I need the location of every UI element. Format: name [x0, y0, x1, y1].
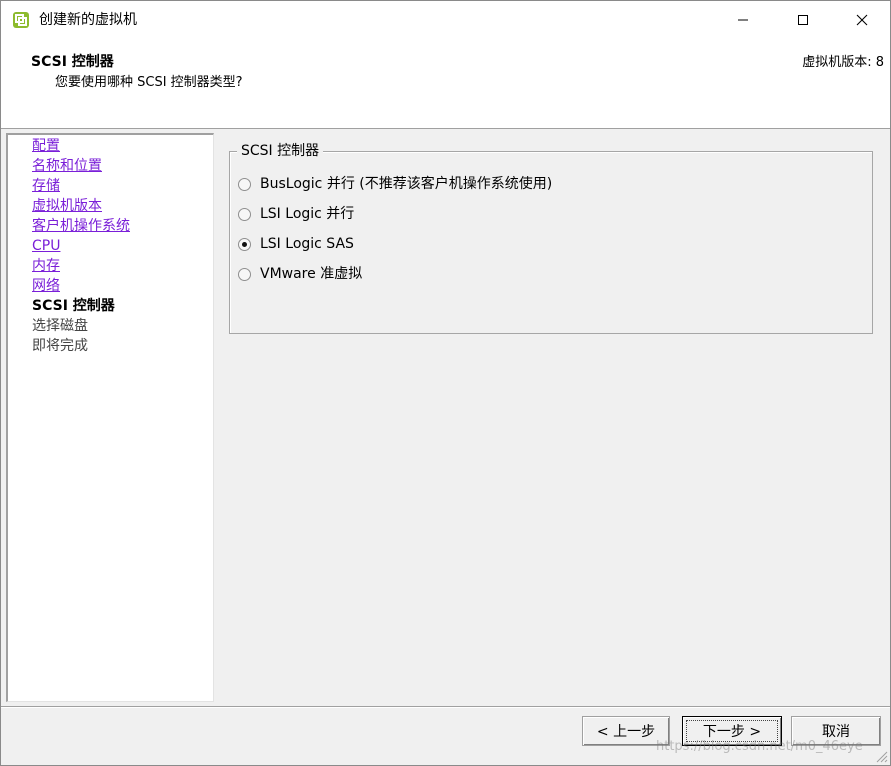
nav-step-guest-os[interactable]: 客户机操作系统 [32, 217, 130, 235]
vsphere-app-icon [12, 11, 30, 29]
wizard-step-nav: 配置 名称和位置 存储 虚拟机版本 客户机操作系统 CPU 内存 网络 SCSI… [6, 133, 214, 702]
scsi-controller-legend: SCSI 控制器 [237, 143, 324, 160]
nav-step-config[interactable]: 配置 [32, 137, 60, 155]
nav-step-network[interactable]: 网络 [32, 277, 60, 295]
nav-step-scsi-controller: SCSI 控制器 [32, 298, 115, 314]
wizard-window: 创建新的虚拟机 SCSI 控制器 您要使用哪种 SCSI 控制器类型? 虚拟机版… [0, 0, 891, 766]
option-label: LSI Logic SAS [260, 236, 354, 252]
page-subtitle: 您要使用哪种 SCSI 控制器类型? [55, 75, 243, 90]
minimize-button[interactable] [720, 1, 766, 39]
title-bar: 创建新的虚拟机 [1, 1, 890, 39]
nav-step-name-location[interactable]: 名称和位置 [32, 157, 102, 175]
watermark-text: https://blog.csdn.net/m0_46eye [656, 739, 863, 754]
option-label: BusLogic 并行 (不推荐该客户机操作系统使用) [260, 176, 553, 192]
minimize-icon [738, 19, 748, 21]
option-buslogic-parallel[interactable]: BusLogic 并行 (不推荐该客户机操作系统使用) [238, 175, 552, 193]
option-vmware-paravirtual[interactable]: VMware 准虚拟 [238, 265, 362, 283]
radio-button-selected[interactable] [238, 237, 251, 251]
nav-step-cpu[interactable]: CPU [32, 237, 60, 255]
nav-step-vm-version[interactable]: 虚拟机版本 [32, 197, 102, 215]
close-button[interactable] [839, 1, 885, 39]
radio-button[interactable] [238, 177, 251, 191]
option-label: LSI Logic 并行 [260, 206, 355, 222]
option-label: VMware 准虚拟 [260, 266, 363, 282]
wizard-header: SCSI 控制器 您要使用哪种 SCSI 控制器类型? 虚拟机版本: 8 [1, 39, 890, 129]
close-icon [856, 14, 868, 26]
radio-button[interactable] [238, 267, 251, 281]
maximize-icon [798, 15, 808, 25]
nav-step-ready-to-complete: 即将完成 [32, 338, 88, 354]
maximize-button[interactable] [780, 1, 826, 39]
option-lsi-logic-sas[interactable]: LSI Logic SAS [238, 235, 354, 253]
window-title: 创建新的虚拟机 [39, 12, 137, 28]
footer-divider [1, 706, 890, 708]
page-title: SCSI 控制器 [31, 54, 114, 70]
resize-grip-icon[interactable] [874, 749, 888, 763]
nav-step-memory[interactable]: 内存 [32, 257, 60, 275]
nav-step-select-disk: 选择磁盘 [32, 318, 88, 334]
vm-version-label: 虚拟机版本: 8 [802, 55, 884, 70]
option-lsi-logic-parallel[interactable]: LSI Logic 并行 [238, 205, 354, 223]
nav-step-storage[interactable]: 存储 [32, 177, 60, 195]
radio-button[interactable] [238, 207, 251, 221]
